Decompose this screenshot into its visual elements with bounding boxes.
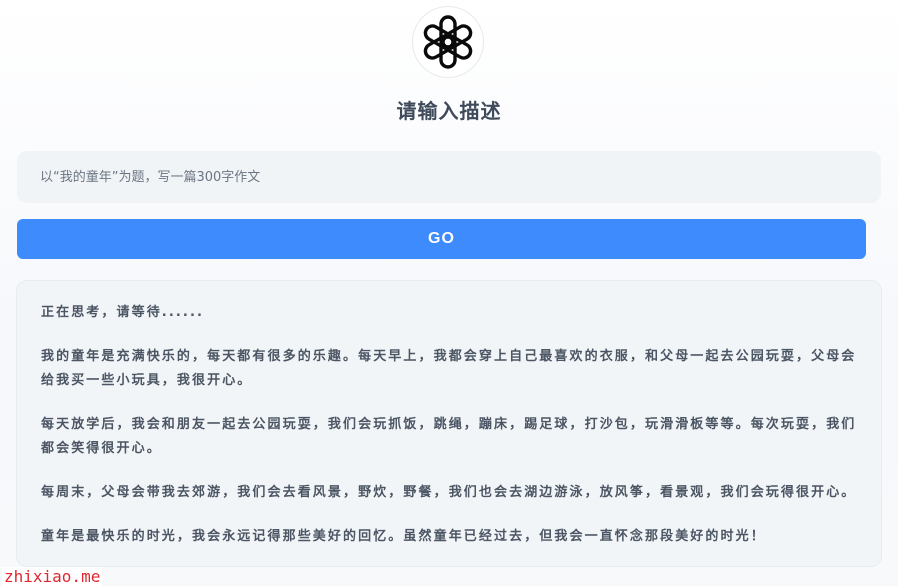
watermark-text: zhixiao.me	[2, 567, 103, 586]
status-text: 正在思考，请等待......	[41, 305, 205, 320]
result-paragraph: 每周末，父母会带我去郊游，我们会去看风景，野炊，野餐，我们也会去湖边游泳，放风筝…	[41, 485, 857, 500]
page-title: 请输入描述	[396, 99, 502, 123]
result-paragraph: 我的童年是充满快乐的，每天都有很多的乐趣。每天早上，我都会穿上自己最喜欢的衣服，…	[41, 349, 857, 388]
openai-knot-icon	[423, 15, 473, 69]
openai-logo-icon	[413, 7, 483, 77]
result-paragraph: 每天放学后，我会和朋友一起去公园玩耍，我们会玩抓饭，跳绳，蹦床，踢足球，打沙包，…	[41, 417, 857, 456]
go-button[interactable]: GO	[17, 219, 866, 259]
result-panel: 正在思考，请等待...... 我的童年是充满快乐的，每天都有很多的乐趣。每天早上…	[17, 281, 881, 566]
result-paragraph: 童年是最快乐的时光，我会永远记得那些美好的回忆。虽然童年已经过去，但我会一直怀念…	[41, 529, 766, 544]
description-input[interactable]	[17, 151, 881, 203]
